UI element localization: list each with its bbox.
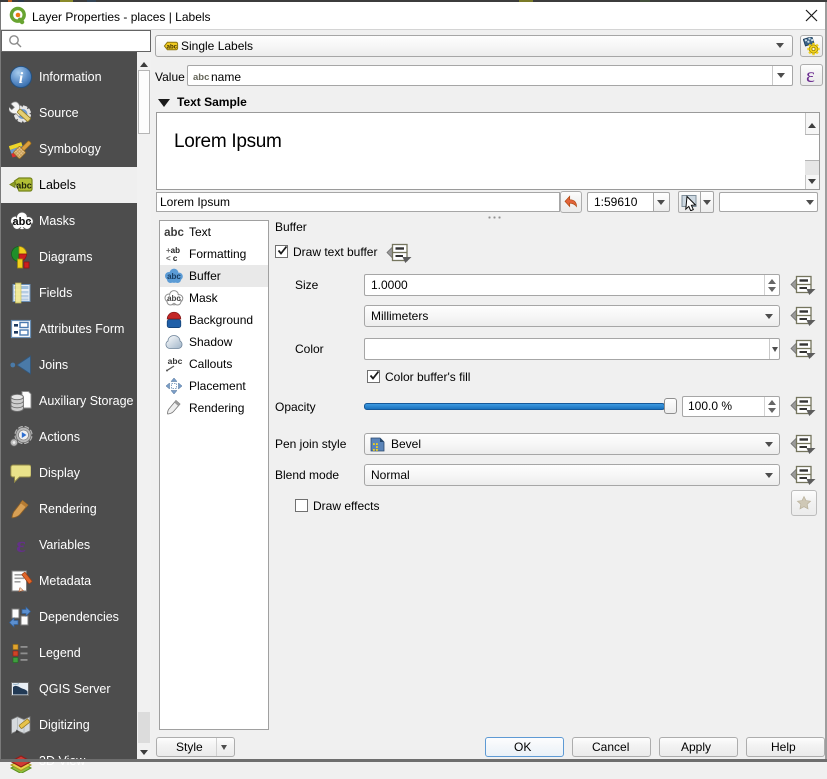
svg-text:abc: abc (16, 181, 32, 191)
svg-text:abc: abc (167, 294, 181, 303)
svg-text:ε: ε (16, 533, 25, 557)
svg-text:abc: abc (167, 272, 181, 281)
svg-text:i: i (19, 70, 24, 87)
svg-text:abc: abc (164, 227, 184, 239)
svg-text:abc: abc (168, 356, 183, 366)
svg-text:< c: < c (166, 254, 178, 263)
svg-text:abc: abc (13, 216, 32, 228)
svg-text:abc: abc (167, 44, 178, 50)
